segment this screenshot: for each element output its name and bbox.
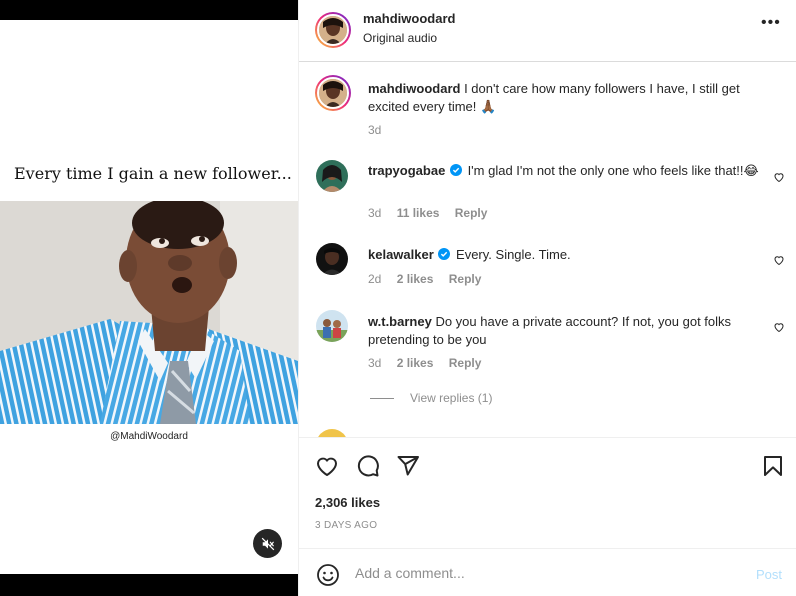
comment-composer: Post [299,548,796,596]
reply-button[interactable]: Reply [455,206,488,220]
comment-meta: 3d 11 likes Reply [368,206,499,220]
comment-age[interactable]: 3d [368,206,381,220]
comment-likes[interactable]: 2 likes [397,356,434,370]
view-replies-label: View replies (1) [410,391,493,405]
video-caption: Every time I gain a new follower... [14,164,292,183]
speaker-muted-icon [261,537,274,550]
video-still [0,201,298,424]
likes-count[interactable]: 2,306 likes [315,495,380,510]
comment-age[interactable]: 3d [368,356,381,370]
mute-button[interactable] [253,529,282,558]
like-comment-heart-icon[interactable] [773,171,785,183]
commenter-avatar[interactable] [316,160,348,192]
commenter-avatar[interactable] [316,310,348,342]
like-comment-heart-icon[interactable] [773,321,785,333]
post-date[interactable]: 3 DAYS AGO [315,520,377,531]
comment-likes[interactable]: 2 likes [397,272,434,286]
post-comment-button[interactable]: Post [756,567,782,582]
replies-divider [370,398,394,400]
video-watermark: @MahdiWoodard [110,431,188,442]
comment-body: Every. Single. Time. [456,247,571,262]
reply-button[interactable]: Reply [449,356,482,370]
reply-button[interactable]: Reply [449,272,482,286]
post-actions: 2,306 likes 3 DAYS AGO [299,437,796,548]
caption-text: mahdiwoodard I don't care how many follo… [368,80,768,116]
comment-text: kelawalker Every. Single. Time. [368,246,768,264]
view-replies-button[interactable]: View replies (1) [370,391,492,405]
avatar-image [316,160,348,192]
bookmark-icon[interactable] [761,454,785,478]
letterbox-top [0,0,298,20]
emoji-icon[interactable] [316,563,340,587]
avatar-image [316,310,348,342]
comments-list[interactable]: mahdiwoodard I don't care how many follo… [299,63,796,437]
verified-badge-icon [449,164,462,176]
avatar-image [319,16,347,44]
verified-badge-icon [438,248,451,260]
caption-age[interactable]: 3d [368,123,381,137]
post-dialog: Every time I gain a new follower... @Mah… [0,0,796,596]
comment-icon[interactable] [356,454,380,478]
post-side-panel: mahdiwoodard Original audio ••• mahdiwoo… [298,0,796,596]
post-header: mahdiwoodard Original audio ••• [299,0,796,62]
caption-username[interactable]: mahdiwoodard [368,81,460,96]
comment-username[interactable]: kelawalker [368,247,434,262]
more-options-button[interactable]: ••• [761,14,781,32]
video-frame[interactable] [0,201,298,424]
share-icon[interactable] [396,454,420,478]
commenter-avatar[interactable] [316,243,348,275]
commenter-avatar[interactable] [316,429,348,437]
avatar-image [316,243,348,275]
author-username[interactable]: mahdiwoodard [363,11,455,26]
heart-icon[interactable] [315,454,339,478]
comment-meta: 2d 2 likes Reply [368,272,493,286]
comment-text: w.t.barney Do you have a private account… [368,313,768,349]
audio-label[interactable]: Original audio [363,31,437,45]
comment-text: trapyogabae I'm glad I'm not the only on… [368,162,768,180]
avatar-image [319,79,347,107]
comment-username[interactable]: trapyogabae [368,163,445,178]
comment-input[interactable] [355,562,735,584]
comment-username[interactable]: w.t.barney [368,314,432,329]
comment-age[interactable]: 2d [368,272,381,286]
letterbox-bottom [0,574,298,596]
comment-body: I'm glad I'm not the only one who feels … [467,163,759,178]
like-comment-heart-icon[interactable] [773,254,785,266]
caption-avatar[interactable] [315,75,351,111]
author-avatar[interactable] [315,12,351,48]
comment-likes[interactable]: 11 likes [397,206,440,220]
comment-meta: 3d 2 likes Reply [368,356,493,370]
media-pane[interactable]: Every time I gain a new follower... @Mah… [0,0,298,596]
caption-meta: 3d [368,123,393,137]
